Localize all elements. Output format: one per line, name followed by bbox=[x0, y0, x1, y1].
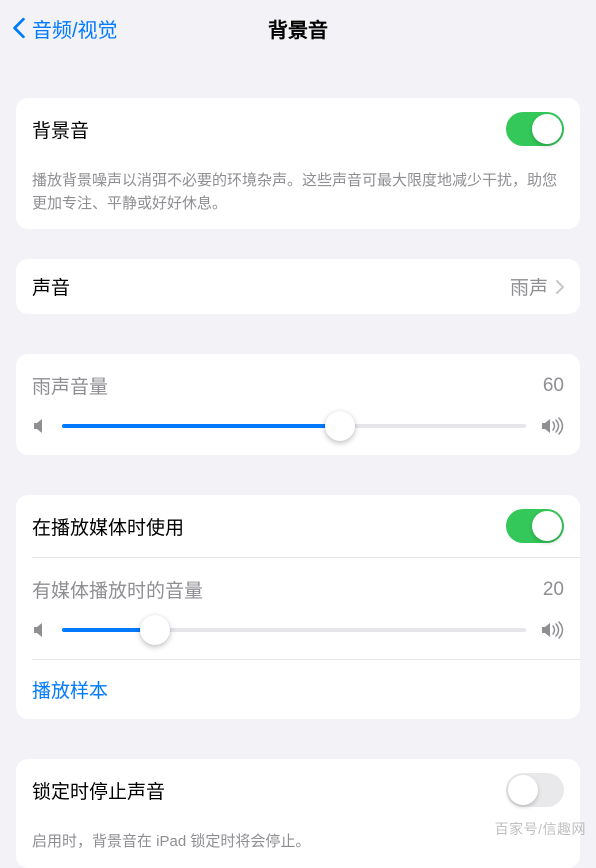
volume-high-icon bbox=[540, 621, 564, 639]
volume-high-icon bbox=[540, 417, 564, 435]
lock-stop-label: 锁定时停止声音 bbox=[32, 777, 165, 804]
slider-thumb bbox=[325, 411, 355, 441]
rain-volume-slider[interactable] bbox=[62, 424, 526, 428]
use-with-media-row: 在播放媒体时使用 bbox=[16, 495, 580, 557]
sound-row[interactable]: 声音 雨声 bbox=[16, 259, 580, 314]
back-button[interactable]: 音频/视觉 bbox=[12, 14, 118, 43]
lock-stop-row: 锁定时停止声音 bbox=[16, 759, 580, 821]
background-sound-label: 背景音 bbox=[32, 116, 89, 143]
sound-value: 雨声 bbox=[510, 273, 548, 300]
toggle-knob bbox=[508, 775, 538, 805]
chevron-right-icon bbox=[556, 280, 564, 294]
lock-stop-card: 锁定时停止声音 启用时，背景音在 iPad 锁定时将会停止。 bbox=[16, 759, 580, 868]
sound-label: 声音 bbox=[32, 273, 70, 300]
volume-low-icon bbox=[32, 621, 48, 639]
toggle-knob bbox=[532, 511, 562, 541]
media-volume-value: 20 bbox=[543, 579, 564, 601]
rain-volume-value: 60 bbox=[543, 375, 564, 397]
slider-thumb bbox=[140, 615, 170, 645]
watermark: 百家号/信趣网 bbox=[495, 819, 586, 839]
background-sound-description: 播放背景噪声以消弭不必要的环境杂声。这些声音可最大限度地减少干扰，助您更加专注、… bbox=[16, 160, 580, 229]
background-sound-card: 背景音 播放背景噪声以消弭不必要的环境杂声。这些声音可最大限度地减少干扰，助您更… bbox=[16, 98, 580, 229]
rain-volume-label: 雨声音量 bbox=[32, 372, 108, 399]
media-volume-slider[interactable] bbox=[62, 628, 526, 632]
sound-selection-card: 声音 雨声 bbox=[16, 259, 580, 314]
media-card: 在播放媒体时使用 有媒体播放时的音量 20 bbox=[16, 495, 580, 719]
back-label: 音频/视觉 bbox=[32, 14, 118, 43]
lock-stop-toggle[interactable] bbox=[506, 773, 564, 807]
media-volume-label: 有媒体播放时的音量 bbox=[32, 576, 203, 603]
background-sound-toggle[interactable] bbox=[506, 112, 564, 146]
chevron-left-icon bbox=[12, 17, 26, 39]
rain-volume-card: 雨声音量 60 bbox=[16, 354, 580, 455]
nav-bar: 音频/视觉 背景音 bbox=[0, 0, 596, 56]
use-with-media-label: 在播放媒体时使用 bbox=[32, 513, 184, 540]
background-sound-row: 背景音 bbox=[16, 98, 580, 160]
toggle-knob bbox=[532, 114, 562, 144]
page-title: 背景音 bbox=[268, 14, 328, 43]
use-with-media-toggle[interactable] bbox=[506, 509, 564, 543]
volume-low-icon bbox=[32, 417, 48, 435]
play-sample-link[interactable]: 播放样本 bbox=[32, 681, 108, 702]
